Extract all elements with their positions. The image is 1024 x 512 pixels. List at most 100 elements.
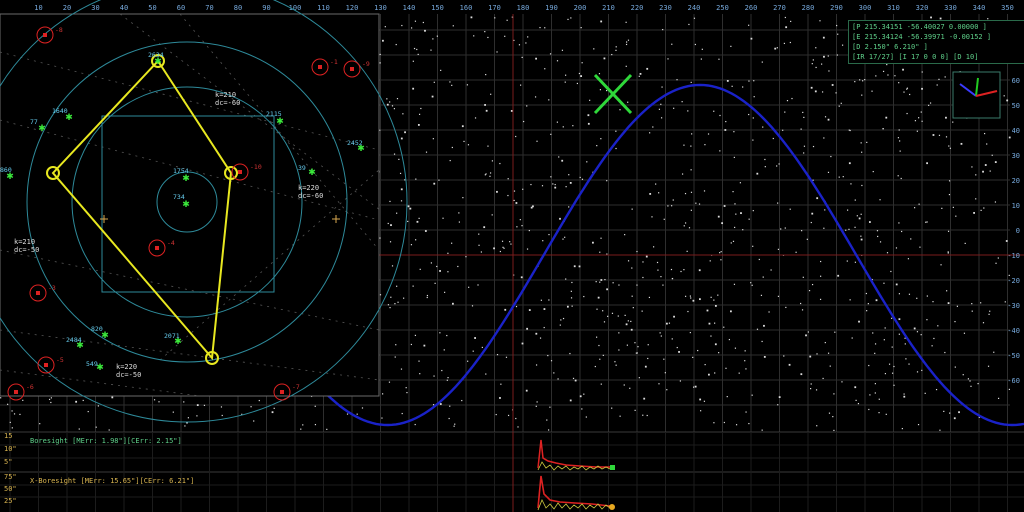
star-point	[980, 302, 982, 304]
star-point	[440, 69, 442, 71]
star-point	[356, 413, 358, 415]
star-point	[805, 334, 807, 337]
svg-text:✱: ✱	[308, 168, 316, 178]
x-tick-label: 110	[317, 4, 330, 12]
star-point	[423, 344, 426, 347]
x-tick-label: 250	[716, 4, 729, 12]
star-point	[676, 79, 678, 81]
star-point	[660, 103, 662, 105]
star-point	[614, 361, 616, 363]
star-point	[703, 190, 706, 192]
star-point	[874, 343, 877, 345]
star-point	[760, 294, 763, 296]
star-point	[153, 399, 156, 401]
star-point	[764, 158, 766, 161]
star-point	[642, 414, 644, 416]
star-point	[625, 323, 628, 326]
star-point	[556, 60, 559, 62]
star-point	[574, 379, 577, 382]
star-point	[552, 183, 554, 185]
star-point	[448, 417, 450, 420]
star-point	[596, 145, 598, 147]
star-point	[548, 233, 550, 236]
star-point	[656, 261, 659, 264]
star-point	[809, 355, 812, 358]
y-tick-label: 40	[1012, 127, 1020, 135]
star-point	[810, 383, 812, 385]
star-point	[424, 29, 426, 32]
star-point	[594, 365, 596, 368]
orientation-compass-icon	[952, 71, 1001, 119]
star-point	[884, 373, 887, 375]
star-point	[698, 203, 701, 205]
star-point	[387, 304, 390, 306]
zoom-inset[interactable]: ✱2634✱1640✱77 ✱2115✱1754✱734✱39✱2452✱860✱…	[0, 0, 408, 423]
star-point	[395, 43, 397, 46]
star-point	[667, 58, 669, 60]
star-point	[823, 137, 825, 139]
star-point	[811, 212, 814, 215]
star-point	[314, 405, 316, 407]
star-point	[495, 413, 497, 416]
star-point	[908, 293, 911, 295]
star-point	[785, 26, 788, 29]
star-point	[491, 214, 493, 216]
star-point	[649, 132, 651, 134]
grid-annotation: k=210	[215, 91, 236, 99]
star-point	[530, 183, 532, 186]
star-point	[916, 331, 919, 333]
star-point	[652, 126, 654, 128]
star-point	[607, 315, 609, 317]
star-point	[447, 252, 449, 254]
star-point	[687, 110, 689, 112]
star-point	[565, 74, 567, 76]
star-point	[984, 164, 987, 166]
star-point	[326, 428, 328, 430]
star-point	[698, 298, 701, 301]
star-point	[484, 31, 486, 33]
star-point	[921, 120, 923, 122]
star-point	[777, 248, 780, 250]
x-tick-label: 40	[120, 4, 128, 12]
star-point	[895, 247, 898, 249]
star-point	[916, 371, 919, 373]
sky-map[interactable]: 10 20 30 40 50 60 70 80 90 100 110 120 130 140 150 160 1…	[0, 0, 1024, 512]
star-point	[570, 17, 572, 19]
x-tick-label: 120	[346, 4, 359, 12]
star-point	[811, 283, 814, 286]
star-label: 860	[0, 166, 12, 174]
star-point	[895, 283, 898, 286]
star-point	[409, 207, 412, 210]
star-point	[638, 75, 640, 77]
star-point	[730, 242, 732, 244]
star-point	[504, 35, 506, 37]
star-point	[671, 338, 673, 340]
star-point	[381, 417, 383, 419]
star-point	[958, 411, 960, 414]
target-crosshair-icon[interactable]	[593, 73, 633, 115]
star-point	[561, 49, 564, 51]
star-point	[662, 284, 664, 286]
star-point	[528, 229, 530, 232]
star-point	[571, 281, 573, 284]
star-point	[576, 82, 578, 85]
star-point	[562, 317, 565, 320]
star-point	[544, 27, 546, 29]
star-point	[397, 301, 399, 303]
star-point	[494, 17, 496, 19]
star-point	[735, 424, 738, 426]
star-point	[802, 111, 804, 114]
star-point	[416, 48, 418, 51]
star-point	[458, 212, 460, 214]
star-point	[688, 227, 691, 229]
star-point	[400, 200, 403, 202]
star-point	[393, 153, 396, 155]
star-point	[391, 265, 394, 267]
star-point	[627, 39, 630, 41]
star-point	[679, 380, 681, 382]
star-point	[499, 250, 501, 253]
star-point	[724, 129, 727, 131]
star-point	[470, 16, 473, 19]
star-label: 1640	[52, 107, 68, 115]
star-point	[604, 278, 606, 281]
